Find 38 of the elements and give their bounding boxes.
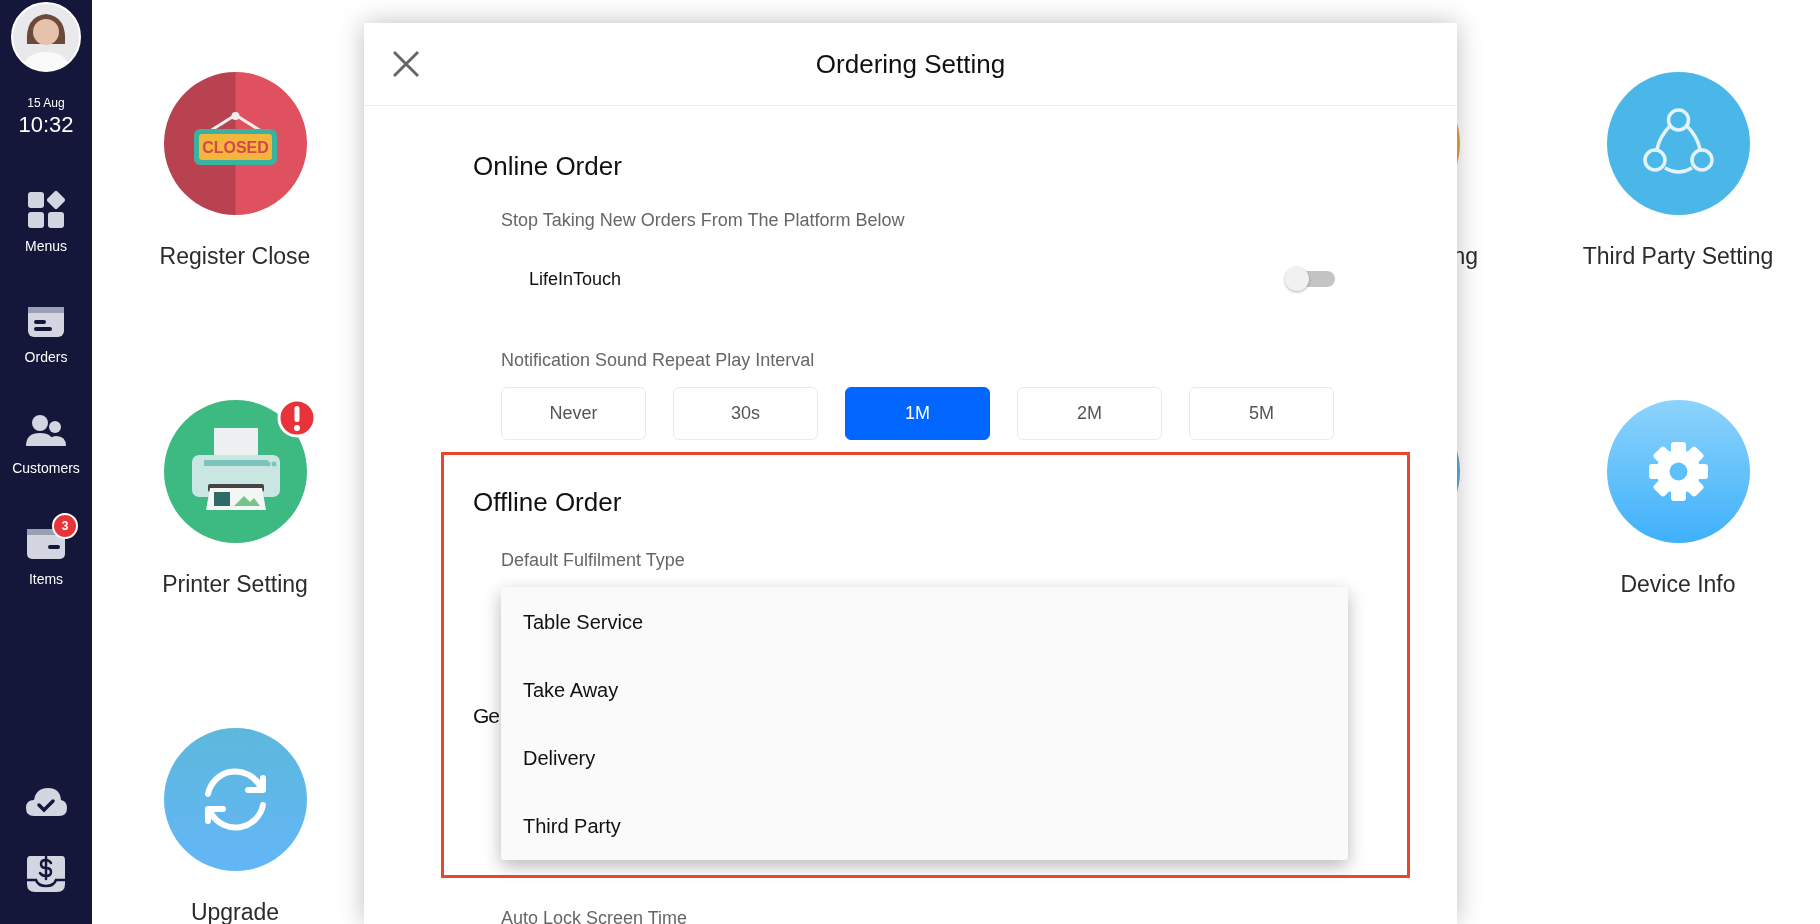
toggle-switch[interactable] xyxy=(1285,267,1335,291)
section-heading: Ge xyxy=(473,703,499,729)
dropdown-option[interactable]: Delivery xyxy=(501,724,1348,792)
field-label: Stop Taking New Orders From The Platform Below xyxy=(501,209,905,231)
section-heading: Online Order xyxy=(473,151,622,181)
count-badge: 3 xyxy=(52,513,78,539)
printer-icon xyxy=(163,400,307,543)
field-label: Auto Lock Screen Time xyxy=(501,907,688,924)
sign-text: CLOSED xyxy=(201,139,269,156)
dropdown-option[interactable]: Third Party xyxy=(501,792,1348,860)
date-text: 15 Aug xyxy=(27,96,65,110)
interval-option[interactable]: 1M xyxy=(845,387,990,440)
hanging-sign-icon xyxy=(193,112,277,165)
nav-label[interactable]: Orders xyxy=(24,349,68,365)
dropdown-option[interactable]: Table Service xyxy=(501,588,1348,656)
time-text: 10:32 xyxy=(18,112,74,138)
network-icon xyxy=(1606,72,1750,215)
refresh-icon xyxy=(163,728,307,871)
dialog-title: Ordering Setting xyxy=(815,48,1006,80)
dropdown-option[interactable]: Take Away xyxy=(501,656,1348,724)
tile-label[interactable]: Register Close xyxy=(159,243,311,270)
field-label: Default Fulfilment Type xyxy=(501,549,685,571)
platform-name: LifeInTouch xyxy=(529,268,622,290)
gear-shape xyxy=(1648,442,1708,501)
field-label: Notification Sound Repeat Play Interval xyxy=(501,349,815,371)
section-heading: Offline Order xyxy=(473,487,622,517)
nav-label[interactable]: Menus xyxy=(25,238,67,254)
nav-label[interactable]: Customers xyxy=(12,460,80,476)
interval-option[interactable]: Never xyxy=(501,387,646,440)
tile-label[interactable]: Device Info xyxy=(1620,571,1736,598)
nav-label[interactable]: Items xyxy=(28,571,64,587)
interval-option[interactable]: 5M xyxy=(1189,387,1334,440)
tile-label[interactable]: Upgrade xyxy=(190,899,280,924)
tile-label[interactable]: Printer Setting xyxy=(162,571,308,598)
grid-icon xyxy=(26,190,66,230)
interval-option[interactable]: 2M xyxy=(1017,387,1162,440)
interval-option[interactable]: 30s xyxy=(673,387,818,440)
tile-label[interactable]: Third Party Setting xyxy=(1582,243,1774,270)
